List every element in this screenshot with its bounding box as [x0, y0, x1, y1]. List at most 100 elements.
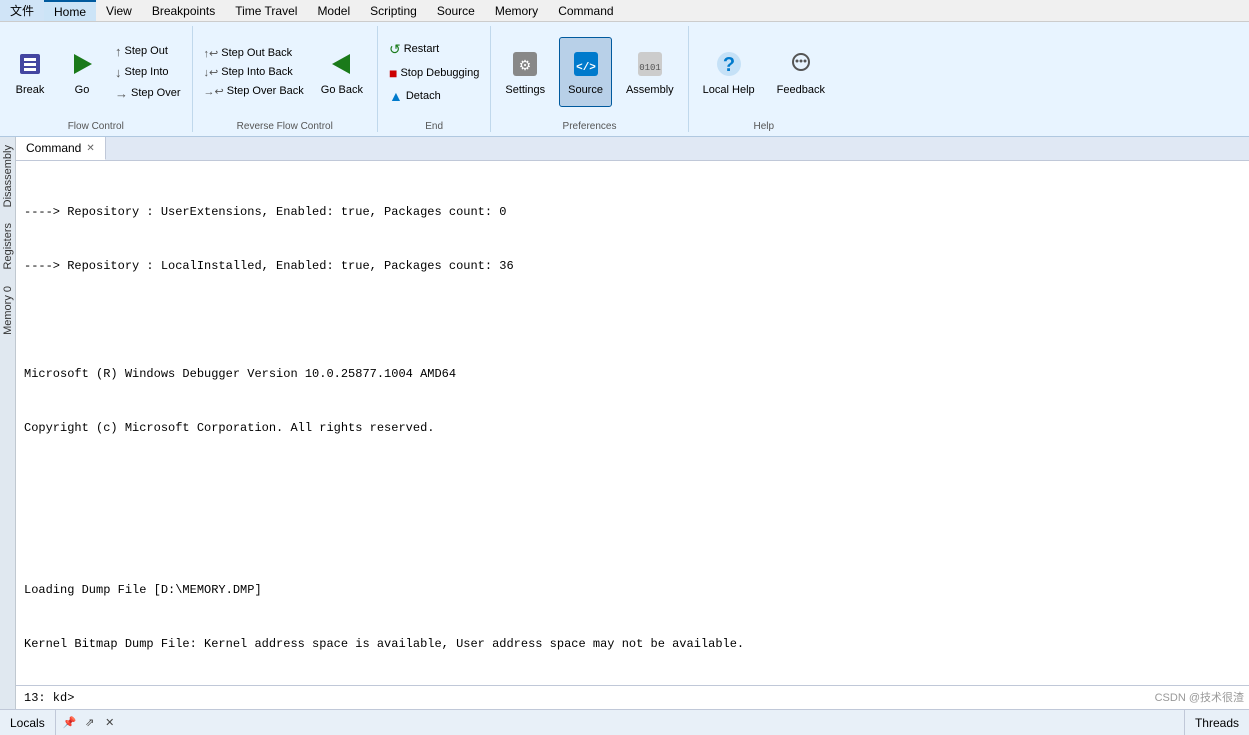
feedback-button[interactable]: Feedback: [769, 37, 833, 107]
step-out-back-icon: ↑↩: [204, 47, 219, 60]
command-tab-label: Command: [26, 141, 81, 155]
ribbon-group-reverse-flow: ↑↩ Step Out Back ↓↩ Step Into Back →↩ St…: [193, 26, 378, 132]
menu-command[interactable]: Command: [548, 0, 623, 21]
local-help-label: Local Help: [703, 84, 755, 96]
step-over-icon: →: [115, 86, 128, 101]
sidebar-tab-registers[interactable]: Registers: [0, 215, 15, 277]
feedback-label: Feedback: [777, 84, 825, 96]
close-panel-button[interactable]: ✕: [102, 715, 118, 731]
output-line-3: Microsoft (R) Windows Debugger Version 1…: [24, 365, 1241, 383]
svg-text:0101: 0101: [639, 63, 661, 73]
step-over-button[interactable]: → Step Over: [110, 84, 186, 103]
step-over-back-label: Step Over Back: [227, 85, 304, 97]
step-over-label: Step Over: [131, 87, 181, 99]
ribbon-group-end: ↺ Restart ■ Stop Debugging ▲ Detach End: [378, 26, 491, 132]
menu-time-travel[interactable]: Time Travel: [225, 0, 307, 21]
output-line-2: [24, 311, 1241, 329]
menu-memory[interactable]: Memory: [485, 0, 548, 21]
menu-source[interactable]: Source: [427, 0, 485, 21]
svg-text:?: ?: [723, 54, 735, 76]
float-button[interactable]: ⇗: [82, 715, 98, 731]
output-line-8: Kernel Bitmap Dump File: Kernel address …: [24, 635, 1241, 653]
menu-home[interactable]: Home: [44, 0, 96, 21]
preferences-label: Preferences: [497, 118, 681, 132]
command-tab-close[interactable]: ✕: [86, 143, 94, 154]
watermark: CSDN @技术很渣: [1155, 689, 1244, 705]
cmd-input-line: 13: kd>: [16, 685, 1249, 709]
menu-bar: 文件 Home View Breakpoints Time Travel Mod…: [0, 0, 1249, 22]
step-out-back-button[interactable]: ↑↩ Step Out Back: [199, 45, 309, 62]
step-out-icon: ↑: [115, 44, 122, 59]
preferences-content: ⚙ Settings </> Source: [497, 26, 681, 118]
step-out-back-label: Step Out Back: [221, 47, 292, 59]
restart-button[interactable]: ↺ Restart: [384, 39, 484, 60]
restart-icon: ↺: [389, 41, 401, 58]
step-out-button[interactable]: ↑ Step Out: [110, 42, 186, 61]
restart-label: Restart: [404, 43, 439, 55]
sidebar-tab-memory[interactable]: Memory 0: [0, 278, 15, 343]
local-help-button[interactable]: ? Local Help: [695, 37, 763, 107]
go-back-button[interactable]: Go Back: [313, 37, 371, 107]
step-into-back-button[interactable]: ↓↩ Step Into Back: [199, 64, 309, 81]
output-line-4: Copyright (c) Microsoft Corporation. All…: [24, 419, 1241, 437]
settings-button[interactable]: ⚙ Settings: [497, 37, 553, 107]
window-tabs: Command ✕: [16, 137, 1249, 161]
end-group-content: ↺ Restart ■ Stop Debugging ▲ Detach: [384, 26, 484, 118]
command-tab[interactable]: Command ✕: [16, 137, 106, 160]
output-line-5: [24, 473, 1241, 491]
step-into-icon: ↓: [115, 65, 122, 80]
detach-label: Detach: [406, 90, 441, 102]
output-line-6: [24, 527, 1241, 545]
stop-icon: ■: [389, 65, 397, 81]
go-icon: [66, 48, 98, 80]
step-out-label: Step Out: [125, 45, 168, 57]
help-label: Help: [695, 118, 833, 132]
step-into-back-label: Step Into Back: [221, 66, 293, 78]
detach-icon: ▲: [389, 88, 403, 104]
reverse-flow-content: ↑↩ Step Out Back ↓↩ Step Into Back →↩ St…: [199, 26, 371, 118]
main-area: Disassembly Registers Memory 0 Command ✕…: [0, 137, 1249, 709]
flow-control-label: Flow Control: [6, 118, 186, 132]
source-button[interactable]: </> Source: [559, 37, 612, 107]
menu-model[interactable]: Model: [307, 0, 360, 21]
detach-button[interactable]: ▲ Detach: [384, 86, 484, 106]
ribbon-group-preferences: ⚙ Settings </> Source: [491, 26, 688, 132]
step-into-button[interactable]: ↓ Step Into: [110, 63, 186, 82]
help-content: ? Local Help: [695, 26, 833, 118]
output-line-0: ----> Repository : UserExtensions, Enabl…: [24, 203, 1241, 221]
stop-label: Stop Debugging: [400, 67, 479, 79]
ribbon-group-flow-control: Break Go ↑ Step Out: [0, 26, 193, 132]
ribbon-content: Break Go ↑ Step Out: [0, 22, 1249, 136]
locals-tab[interactable]: Locals: [0, 710, 56, 735]
stop-debugging-button[interactable]: ■ Stop Debugging: [384, 63, 484, 83]
reverse-flow-label: Reverse Flow Control: [199, 118, 371, 132]
go-back-icon: [326, 48, 358, 80]
pin-button[interactable]: 📌: [62, 715, 78, 731]
assembly-icon: 0101: [634, 48, 666, 80]
step-over-back-icon: →↩: [204, 85, 224, 98]
assembly-button[interactable]: 0101 Assembly: [618, 37, 682, 107]
ribbon: Break Go ↑ Step Out: [0, 22, 1249, 137]
local-help-icon: ?: [713, 48, 745, 80]
ribbon-group-help: ? Local Help: [689, 26, 839, 132]
sidebar-tab-disassembly[interactable]: Disassembly: [0, 137, 15, 215]
go-button[interactable]: Go: [58, 37, 106, 107]
output-line-7: Loading Dump File [D:\MEMORY.DMP]: [24, 581, 1241, 599]
cmd-prompt: 13: kd>: [24, 691, 74, 705]
step-into-back-icon: ↓↩: [204, 66, 219, 79]
output-line-1: ----> Repository : LocalInstalled, Enabl…: [24, 257, 1241, 275]
break-button[interactable]: Break: [6, 37, 54, 107]
content-area: Command ✕ ----> Repository : UserExtensi…: [16, 137, 1249, 709]
menu-view[interactable]: View: [96, 0, 142, 21]
end-group-label: End: [384, 118, 484, 132]
step-over-back-button[interactable]: →↩ Step Over Back: [199, 83, 309, 100]
source-label: Source: [568, 84, 603, 96]
command-output[interactable]: ----> Repository : UserExtensions, Enabl…: [16, 161, 1249, 685]
break-icon: [14, 48, 46, 80]
menu-file[interactable]: 文件: [0, 0, 44, 21]
menu-scripting[interactable]: Scripting: [360, 0, 427, 21]
cmd-input-field[interactable]: [78, 691, 1241, 705]
threads-tab[interactable]: Threads: [1184, 710, 1249, 735]
menu-breakpoints[interactable]: Breakpoints: [142, 0, 225, 21]
source-icon: </>: [570, 48, 602, 80]
